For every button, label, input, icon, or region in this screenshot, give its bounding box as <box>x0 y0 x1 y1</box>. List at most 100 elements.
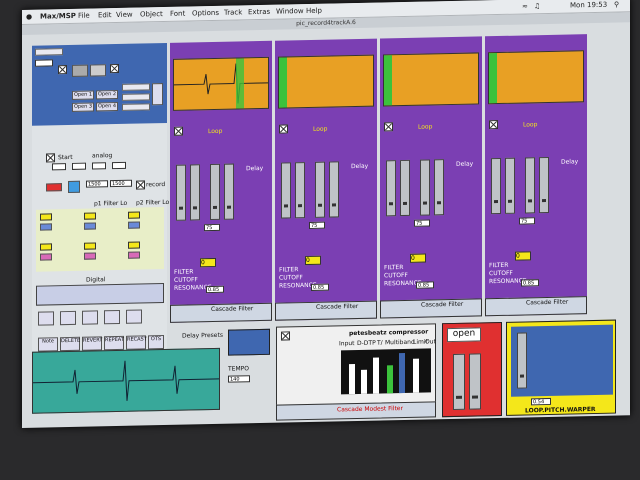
track-2-toggle[interactable] <box>279 124 288 134</box>
param-b[interactable] <box>72 162 86 170</box>
track-4-cascade[interactable]: Cascade Filter <box>485 296 587 317</box>
filter-slot-4[interactable] <box>40 223 52 231</box>
track-2-vol[interactable]: 75 <box>309 221 325 229</box>
track-2-fader-2[interactable] <box>295 162 305 219</box>
num-a[interactable]: 1500 <box>86 180 108 188</box>
open-fader-2[interactable] <box>469 353 481 410</box>
track-4-fader-3[interactable] <box>525 157 535 214</box>
filter-slot-11[interactable] <box>84 252 96 260</box>
filter-slot-5[interactable] <box>84 222 96 230</box>
wifi-icon[interactable]: ≈ <box>522 2 528 10</box>
track-2-fader-3[interactable] <box>315 161 325 218</box>
track-1-fader-2[interactable] <box>190 164 200 221</box>
play-button[interactable] <box>72 64 88 77</box>
track-3-cascade[interactable]: Cascade Filter <box>380 298 482 319</box>
track-4-fader-1[interactable] <box>491 157 501 215</box>
pad-2[interactable] <box>60 310 76 326</box>
digital-strip[interactable] <box>36 283 164 306</box>
set-audio-3[interactable] <box>122 103 150 111</box>
tempo-number[interactable]: 140 <box>228 375 250 383</box>
param-d[interactable] <box>112 161 126 170</box>
track-4-fine[interactable]: 0.85 <box>521 279 539 287</box>
track-3-fader-3[interactable] <box>420 159 430 216</box>
track-1-fine[interactable]: 0.85 <box>206 285 224 294</box>
track-1-filter-val[interactable]: 0 <box>200 257 216 268</box>
track-2-filter-val[interactable]: 0 <box>305 255 321 266</box>
red-button[interactable] <box>46 183 62 192</box>
param-c[interactable] <box>92 162 106 170</box>
cascade-highpass[interactable]: Cascade Modest Filter <box>276 401 436 421</box>
track-1-toggle[interactable] <box>174 126 183 136</box>
num-b[interactable]: 1500 <box>110 179 132 188</box>
track-3-toggle[interactable] <box>384 122 393 132</box>
pitch-display[interactable] <box>511 324 613 397</box>
pad-5[interactable] <box>126 309 142 324</box>
menu-track[interactable]: Track <box>224 8 242 16</box>
track-1-fader-3[interactable] <box>210 163 220 221</box>
side-button[interactable] <box>152 83 163 106</box>
filter-slot-9[interactable] <box>128 241 140 249</box>
menu-font[interactable]: Font <box>170 10 185 18</box>
filter-slot-8[interactable] <box>84 242 96 250</box>
preset-panel[interactable] <box>228 328 270 356</box>
menu-object[interactable]: Object <box>140 10 163 18</box>
track-2-fine[interactable]: 0.85 <box>311 283 329 291</box>
param-a[interactable] <box>52 163 66 171</box>
menu-edit[interactable]: Edit <box>98 11 112 19</box>
track-4-toggle[interactable] <box>489 120 498 130</box>
recast-button[interactable]: RECAST <box>126 335 147 350</box>
menu-extras[interactable]: Extras <box>248 8 270 16</box>
track-3-fader-1[interactable] <box>386 160 396 217</box>
set-audio-2[interactable] <box>122 93 150 101</box>
open-button-1[interactable]: Open 1 <box>72 90 94 100</box>
track-1-fader-1[interactable] <box>176 164 186 221</box>
track-3-waveform[interactable] <box>383 52 479 107</box>
track-4-filter-val[interactable]: 0 <box>515 251 531 261</box>
open-button[interactable]: open <box>447 327 481 343</box>
loader-toggle[interactable] <box>58 65 67 75</box>
open-button-2[interactable]: Open 2 <box>96 89 118 100</box>
filter-slot-12[interactable] <box>128 251 140 259</box>
pad-3[interactable] <box>82 310 98 325</box>
menu-window[interactable]: Window <box>276 7 304 16</box>
track-1-vol[interactable]: 75 <box>204 223 220 232</box>
track-4-fader-2[interactable] <box>505 157 515 214</box>
delete-button[interactable]: DELETE <box>60 336 80 352</box>
filter-slot-7[interactable] <box>40 243 52 251</box>
track-2-waveform[interactable] <box>278 54 374 109</box>
menu-view[interactable]: View <box>116 11 133 19</box>
track-1-fader-4[interactable] <box>224 163 234 220</box>
track-3-fader-2[interactable] <box>400 159 410 217</box>
open-button-3[interactable]: Open 3 <box>72 102 94 112</box>
track-4-vol[interactable]: 75 <box>519 217 535 225</box>
menu-clock[interactable]: Mon 19:53 <box>570 1 607 10</box>
filter-slot-1[interactable] <box>40 213 52 221</box>
track-1-waveform[interactable] <box>173 56 269 111</box>
track-2-cascade[interactable]: Cascade Filter <box>275 300 377 321</box>
track-3-fine[interactable]: 0.85 <box>416 281 434 289</box>
open-button-4[interactable]: Open 4 <box>96 101 118 112</box>
track-4-fader-4[interactable] <box>539 156 549 214</box>
compressor-toggle[interactable] <box>281 331 290 341</box>
menu-app[interactable]: Max/MSP <box>40 12 76 21</box>
track-2-fader-1[interactable] <box>281 162 291 219</box>
repeat-button[interactable]: REPEAT <box>104 335 124 351</box>
filter-slot-3[interactable] <box>128 211 140 219</box>
track-3-vol[interactable]: 75 <box>414 219 430 227</box>
set-audio-1[interactable] <box>122 83 150 91</box>
loop-toggle[interactable] <box>110 63 119 74</box>
pitch-fader[interactable] <box>517 332 527 389</box>
track-3-filter-val[interactable]: 0 <box>410 253 426 263</box>
revert-button[interactable]: REVERT <box>82 336 102 351</box>
pad-4[interactable] <box>104 309 120 325</box>
pad-1[interactable] <box>38 311 54 326</box>
menu-options[interactable]: Options <box>192 9 219 18</box>
compressor-meters[interactable] <box>341 348 431 395</box>
loader-number[interactable] <box>35 59 53 67</box>
master-waveform[interactable] <box>32 347 220 414</box>
menu-help[interactable]: Help <box>306 7 322 15</box>
filter-slot-6[interactable] <box>128 221 140 229</box>
pitch-number[interactable]: 0.54 <box>531 397 551 406</box>
track-1-cascade[interactable]: Cascade Filter <box>170 302 272 323</box>
track-2-fader-4[interactable] <box>329 161 339 218</box>
